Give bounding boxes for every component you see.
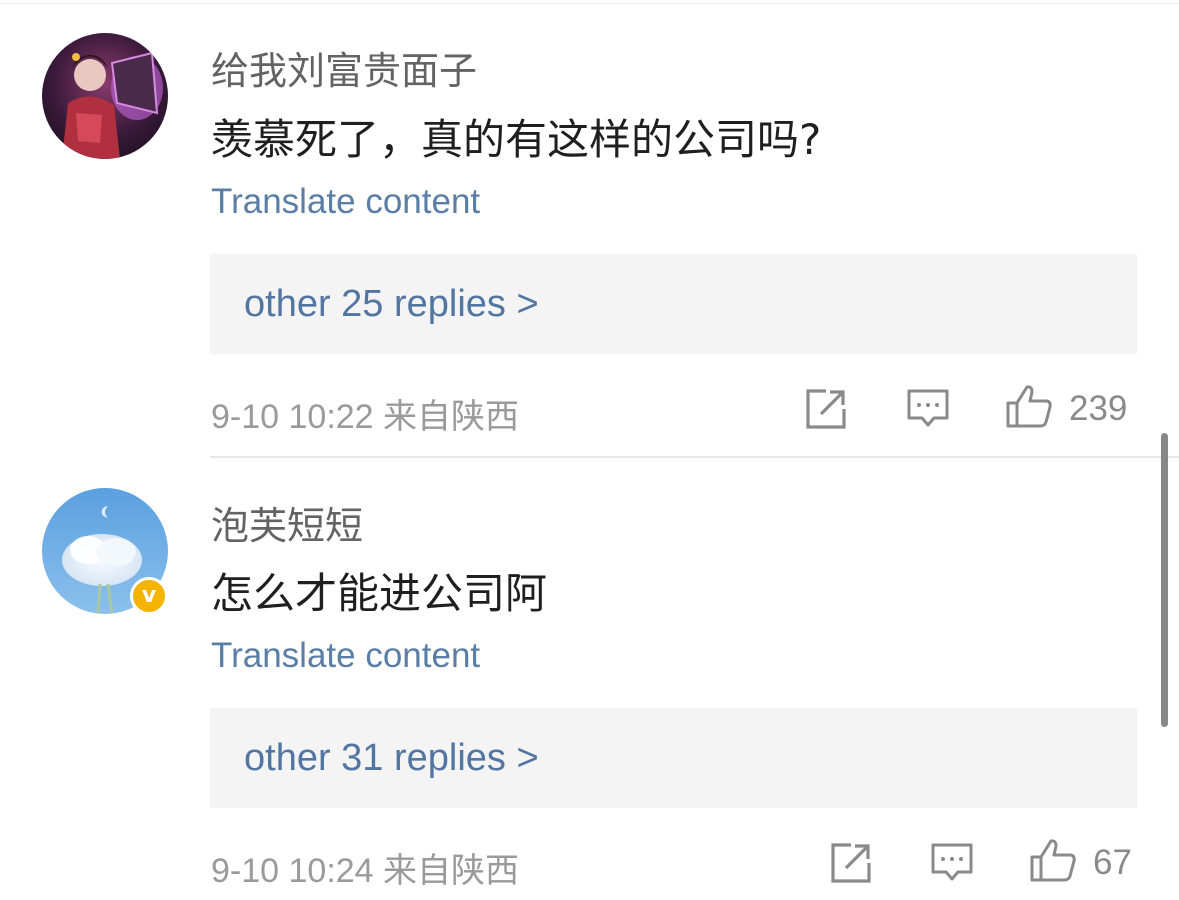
avatar[interactable] xyxy=(42,33,168,159)
verified-badge: v xyxy=(130,577,168,615)
replies-box[interactable]: other 31 replies > xyxy=(210,708,1137,808)
comment-meta: 9-10 10:22 来自陕西 xyxy=(211,398,520,436)
username[interactable]: 泡芙短短 xyxy=(211,495,363,550)
translate-content-link[interactable]: Translate content xyxy=(211,182,480,222)
divider xyxy=(0,3,1179,4)
comment-text: 羡慕死了，真的有这样的公司吗? xyxy=(211,115,822,164)
divider xyxy=(210,456,1179,458)
translate-content-link[interactable]: Translate content xyxy=(211,636,480,676)
thumbs-up-icon[interactable] xyxy=(1005,383,1053,429)
comment-icon[interactable] xyxy=(930,842,974,882)
comment-list: 给我刘富贵面子 羡慕死了，真的有这样的公司吗? Translate conten… xyxy=(0,0,1179,900)
username[interactable]: 给我刘富贵面子 xyxy=(211,40,477,95)
replies-link[interactable]: other 25 replies > xyxy=(244,283,539,326)
like-count: 67 xyxy=(1093,843,1132,882)
like-count: 239 xyxy=(1069,389,1128,428)
replies-box[interactable]: other 25 replies > xyxy=(210,254,1137,354)
comment-text: 怎么才能进公司阿 xyxy=(211,569,548,618)
scrollbar[interactable] xyxy=(1161,433,1168,727)
comment-meta: 9-10 10:24 来自陕西 xyxy=(211,852,520,890)
replies-link[interactable]: other 31 replies > xyxy=(244,737,539,780)
share-icon[interactable] xyxy=(829,841,873,885)
comment-icon[interactable] xyxy=(906,388,950,428)
share-icon[interactable] xyxy=(804,387,848,431)
thumbs-up-icon[interactable] xyxy=(1029,837,1077,883)
